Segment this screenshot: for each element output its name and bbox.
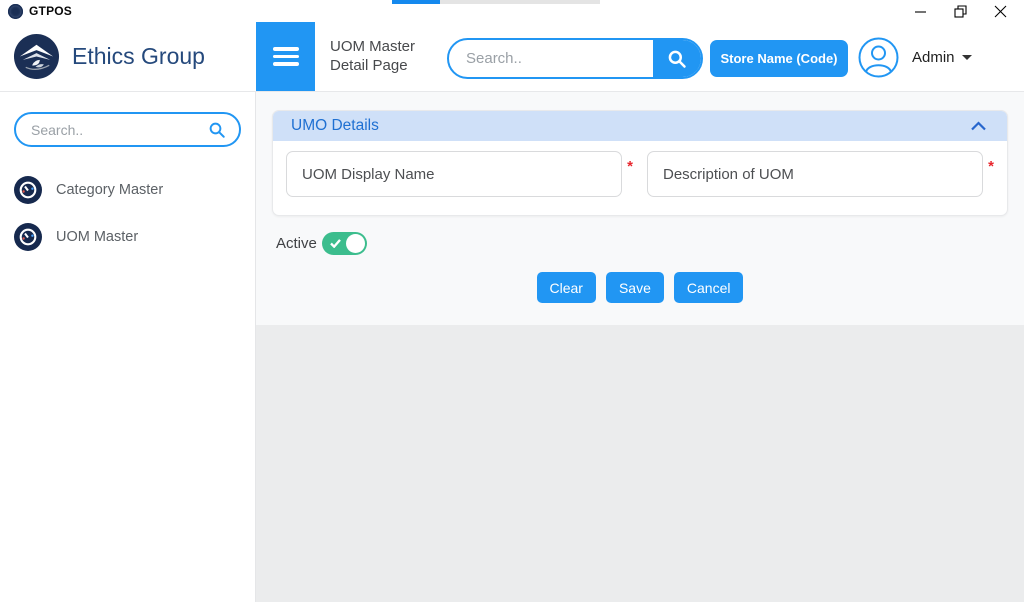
main-content: UMO Details * * Active Clear Save Cancel [256, 92, 1024, 602]
app-logo-icon [8, 4, 23, 19]
form-actions: Clear Save Cancel [256, 272, 1024, 303]
page-title-line2: Detail Page [330, 56, 415, 75]
restore-icon [954, 5, 967, 18]
uom-display-name-field-group: * [286, 151, 633, 197]
search-icon [667, 49, 687, 69]
caret-down-icon [962, 55, 972, 60]
page-title: UOM Master Detail Page [330, 37, 415, 75]
sidebar-item-uom-master[interactable]: UOM Master [0, 223, 255, 251]
header-search-button[interactable] [653, 40, 701, 77]
save-button[interactable]: Save [606, 272, 664, 303]
close-icon [994, 5, 1007, 18]
loading-bar-fill [392, 0, 440, 4]
brand: Ethics Group [13, 33, 205, 80]
uom-description-input[interactable] [647, 151, 983, 197]
page-title-line1: UOM Master [330, 37, 415, 56]
admin-dropdown[interactable]: Admin [906, 48, 978, 67]
active-toggle-row: Active [276, 232, 367, 255]
header-bar: Ethics Group UOM Master Detail Page Stor… [0, 22, 1024, 92]
toggle-knob [346, 234, 365, 253]
store-name-button[interactable]: Store Name (Code) [710, 40, 848, 77]
sidebar-toggle-button[interactable] [256, 22, 315, 91]
clear-button[interactable]: Clear [537, 272, 596, 303]
panel-body: * * [273, 141, 1007, 215]
required-marker: * [988, 158, 994, 175]
app-title: GTPOS [29, 4, 72, 18]
ethics-group-logo-icon [13, 33, 60, 80]
brand-name: Ethics Group [72, 43, 205, 70]
restore-button[interactable] [940, 0, 980, 22]
sidebar-search [14, 112, 241, 147]
minimize-icon [914, 5, 927, 18]
minimize-button[interactable] [900, 0, 940, 22]
sidebar-menu: Category Master UOM Master [0, 176, 255, 270]
sidebar-search-input[interactable] [16, 122, 208, 138]
header-search [447, 38, 703, 79]
titlebar-app-identity: GTPOS [8, 4, 72, 19]
panel-header[interactable]: UMO Details [273, 111, 1007, 141]
umo-details-panel: UMO Details * * [272, 110, 1008, 216]
user-icon [858, 37, 899, 78]
header-search-input[interactable] [449, 40, 653, 77]
sidebar: Category Master UOM Master [0, 92, 256, 602]
cancel-button[interactable]: Cancel [674, 272, 744, 303]
window-controls [900, 0, 1020, 22]
check-icon [330, 239, 341, 248]
close-button[interactable] [980, 0, 1020, 22]
active-label: Active [276, 235, 317, 252]
panel-title: UMO Details [291, 117, 379, 135]
active-toggle[interactable] [322, 232, 367, 255]
user-avatar[interactable] [858, 37, 899, 78]
uom-display-name-input[interactable] [286, 151, 622, 197]
sidebar-item-label: Category Master [56, 182, 163, 198]
chevron-up-icon[interactable] [970, 121, 987, 131]
required-marker: * [627, 158, 633, 175]
sidebar-item-category-master[interactable]: Category Master [0, 176, 255, 204]
loading-bar [392, 0, 600, 4]
hamburger-icon [273, 47, 299, 51]
content-background-lower [256, 325, 1024, 602]
uom-description-field-group: * [647, 151, 994, 197]
gauge-icon [14, 223, 42, 251]
admin-label: Admin [912, 49, 955, 66]
search-icon [208, 121, 239, 139]
gauge-icon [14, 176, 42, 204]
sidebar-item-label: UOM Master [56, 229, 138, 245]
